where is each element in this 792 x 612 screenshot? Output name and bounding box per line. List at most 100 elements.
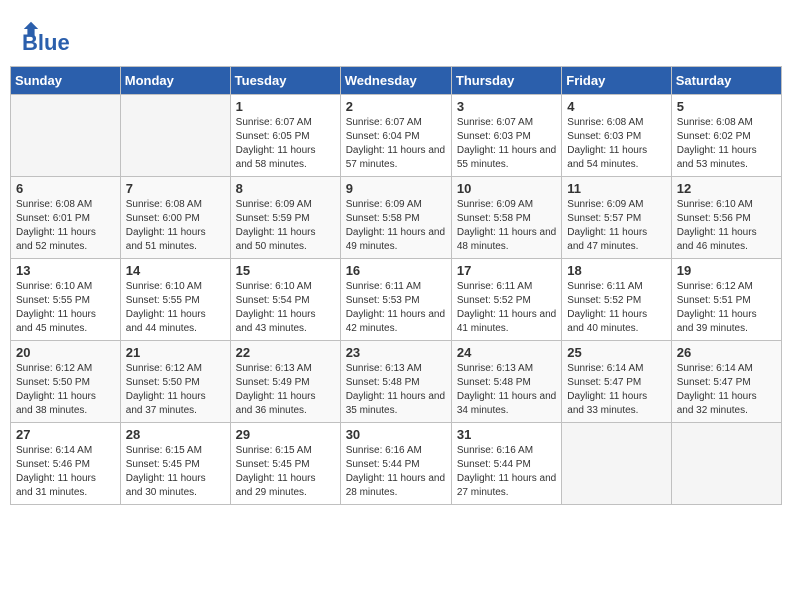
calendar-cell: 23 Sunrise: 6:13 AMSunset: 5:48 PMDayligh… (340, 341, 451, 423)
calendar-cell (11, 95, 121, 177)
calendar-cell: 15 Sunrise: 6:10 AMSunset: 5:54 PMDayligh… (230, 259, 340, 341)
calendar-cell: 26 Sunrise: 6:14 AMSunset: 5:47 PMDayligh… (671, 341, 781, 423)
day-number: 18 (567, 263, 665, 278)
calendar-cell: 12 Sunrise: 6:10 AMSunset: 5:56 PMDayligh… (671, 177, 781, 259)
day-number: 9 (346, 181, 446, 196)
day-number: 22 (236, 345, 335, 360)
cell-details: Sunrise: 6:16 AMSunset: 5:44 PMDaylight:… (346, 444, 446, 500)
day-number: 8 (236, 181, 335, 196)
calendar-cell: 13Sunrise: 6:10 AMSunset: 5:55 PMDayligh… (11, 259, 121, 341)
day-number: 2 (346, 99, 446, 114)
cell-details: Sunrise: 6:07 AMSunset: 6:05 PMDaylight:… (236, 116, 335, 172)
cell-details: Sunrise: 6:09 AMSunset: 5:57 PMDaylight:… (567, 198, 665, 254)
calendar-cell: 14 Sunrise: 6:10 AMSunset: 5:55 PMDayligh… (120, 259, 230, 341)
calendar-cell: 10Sunrise: 6:09 AMSunset: 5:58 PMDayligh… (451, 177, 561, 259)
cell-details: Sunrise: 6:09 AMSunset: 5:59 PMDaylight:… (236, 198, 335, 254)
cell-details: Sunrise: 6:11 AMSunset: 5:52 PMDaylight:… (567, 280, 665, 336)
cell-details: Sunrise: 6:14 AMSunset: 5:47 PMDaylight:… (677, 362, 776, 418)
weekday-header-cell: Thursday (451, 67, 561, 95)
day-number: 5 (677, 99, 776, 114)
cell-details: Sunrise: 6:10 AMSunset: 5:54 PMDaylight:… (236, 280, 335, 336)
day-number: 10 (457, 181, 556, 196)
calendar-cell (562, 423, 671, 505)
calendar-cell: 21Sunrise: 6:12 AMSunset: 5:50 PMDayligh… (120, 341, 230, 423)
calendar-cell: 8 Sunrise: 6:09 AMSunset: 5:59 PMDaylight… (230, 177, 340, 259)
cell-details: Sunrise: 6:10 AMSunset: 5:55 PMDaylight:… (126, 280, 225, 336)
page-header: Blue (10, 10, 782, 61)
cell-details: Sunrise: 6:11 AMSunset: 5:53 PMDaylight:… (346, 280, 446, 336)
day-number: 29 (236, 427, 335, 442)
day-number: 16 (346, 263, 446, 278)
day-number: 21 (126, 345, 225, 360)
calendar-cell: 16 Sunrise: 6:11 AMSunset: 5:53 PMDayligh… (340, 259, 451, 341)
calendar-cell: 19 Sunrise: 6:12 AMSunset: 5:51 PMDayligh… (671, 259, 781, 341)
weekday-header-cell: Monday (120, 67, 230, 95)
day-number: 17 (457, 263, 556, 278)
cell-details: Sunrise: 6:15 AMSunset: 5:45 PMDaylight:… (126, 444, 225, 500)
cell-details: Sunrise: 6:15 AMSunset: 5:45 PMDaylight:… (236, 444, 335, 500)
cell-details: Sunrise: 6:14 AMSunset: 5:46 PMDaylight:… (16, 444, 115, 500)
cell-details: Sunrise: 6:10 AMSunset: 5:56 PMDaylight:… (677, 198, 776, 254)
cell-details: Sunrise: 6:14 AMSunset: 5:47 PMDaylight:… (567, 362, 665, 418)
day-number: 30 (346, 427, 446, 442)
calendar-cell: 18 Sunrise: 6:11 AMSunset: 5:52 PMDayligh… (562, 259, 671, 341)
calendar-week-row: 6Sunrise: 6:08 AMSunset: 6:01 PMDaylight… (11, 177, 782, 259)
calendar-week-row: 20 Sunrise: 6:12 AMSunset: 5:50 PMDayligh… (11, 341, 782, 423)
day-number: 24 (457, 345, 556, 360)
calendar-cell: 30 Sunrise: 6:16 AMSunset: 5:44 PMDayligh… (340, 423, 451, 505)
cell-details: Sunrise: 6:11 AMSunset: 5:52 PMDaylight:… (457, 280, 556, 336)
day-number: 27 (16, 427, 115, 442)
day-number: 26 (677, 345, 776, 360)
calendar-cell: 17 Sunrise: 6:11 AMSunset: 5:52 PMDayligh… (451, 259, 561, 341)
cell-details: Sunrise: 6:07 AMSunset: 6:04 PMDaylight:… (346, 116, 446, 172)
calendar-cell (671, 423, 781, 505)
day-number: 23 (346, 345, 446, 360)
weekday-header-cell: Tuesday (230, 67, 340, 95)
day-number: 3 (457, 99, 556, 114)
cell-details: Sunrise: 6:13 AMSunset: 5:48 PMDaylight:… (346, 362, 446, 418)
calendar-week-row: 27 Sunrise: 6:14 AMSunset: 5:46 PMDayligh… (11, 423, 782, 505)
calendar-cell: 4 Sunrise: 6:08 AMSunset: 6:03 PMDaylight… (562, 95, 671, 177)
logo: Blue (20, 20, 70, 56)
cell-details: Sunrise: 6:08 AMSunset: 6:03 PMDaylight:… (567, 116, 665, 172)
calendar-cell: 9 Sunrise: 6:09 AMSunset: 5:58 PMDaylight… (340, 177, 451, 259)
day-number: 1 (236, 99, 335, 114)
day-number: 13 (16, 263, 115, 278)
cell-details: Sunrise: 6:07 AMSunset: 6:03 PMDaylight:… (457, 116, 556, 172)
cell-details: Sunrise: 6:09 AMSunset: 5:58 PMDaylight:… (346, 198, 446, 254)
calendar-cell: 7Sunrise: 6:08 AMSunset: 6:00 PMDaylight… (120, 177, 230, 259)
day-number: 25 (567, 345, 665, 360)
calendar-cell: 24Sunrise: 6:13 AMSunset: 5:48 PMDayligh… (451, 341, 561, 423)
day-number: 7 (126, 181, 225, 196)
calendar-cell: 27 Sunrise: 6:14 AMSunset: 5:46 PMDayligh… (11, 423, 121, 505)
weekday-header-row: SundayMondayTuesdayWednesdayThursdayFrid… (11, 67, 782, 95)
calendar-cell: 28 Sunrise: 6:15 AMSunset: 5:45 PMDayligh… (120, 423, 230, 505)
day-number: 31 (457, 427, 556, 442)
day-number: 14 (126, 263, 225, 278)
cell-details: Sunrise: 6:12 AMSunset: 5:51 PMDaylight:… (677, 280, 776, 336)
day-number: 11 (567, 181, 665, 196)
day-number: 19 (677, 263, 776, 278)
day-number: 15 (236, 263, 335, 278)
calendar-table: SundayMondayTuesdayWednesdayThursdayFrid… (10, 66, 782, 505)
day-number: 28 (126, 427, 225, 442)
day-number: 6 (16, 181, 115, 196)
calendar-cell: 25 Sunrise: 6:14 AMSunset: 5:47 PMDayligh… (562, 341, 671, 423)
calendar-week-row: 1 Sunrise: 6:07 AMSunset: 6:05 PMDaylight… (11, 95, 782, 177)
cell-details: Sunrise: 6:16 AMSunset: 5:44 PMDaylight:… (457, 444, 556, 500)
calendar-cell: 29 Sunrise: 6:15 AMSunset: 5:45 PMDayligh… (230, 423, 340, 505)
weekday-header-cell: Friday (562, 67, 671, 95)
calendar-cell: 3 Sunrise: 6:07 AMSunset: 6:03 PMDaylight… (451, 95, 561, 177)
calendar-body: 1 Sunrise: 6:07 AMSunset: 6:05 PMDaylight… (11, 95, 782, 505)
calendar-cell (120, 95, 230, 177)
day-number: 12 (677, 181, 776, 196)
calendar-cell: 31 Sunrise: 6:16 AMSunset: 5:44 PMDayligh… (451, 423, 561, 505)
weekday-header-cell: Sunday (11, 67, 121, 95)
day-number: 20 (16, 345, 115, 360)
day-number: 4 (567, 99, 665, 114)
calendar-cell: 2 Sunrise: 6:07 AMSunset: 6:04 PMDaylight… (340, 95, 451, 177)
cell-details: Sunrise: 6:12 AMSunset: 5:50 PMDaylight:… (16, 362, 115, 418)
calendar-cell: 6Sunrise: 6:08 AMSunset: 6:01 PMDaylight… (11, 177, 121, 259)
weekday-header-cell: Wednesday (340, 67, 451, 95)
calendar-cell: 20 Sunrise: 6:12 AMSunset: 5:50 PMDayligh… (11, 341, 121, 423)
